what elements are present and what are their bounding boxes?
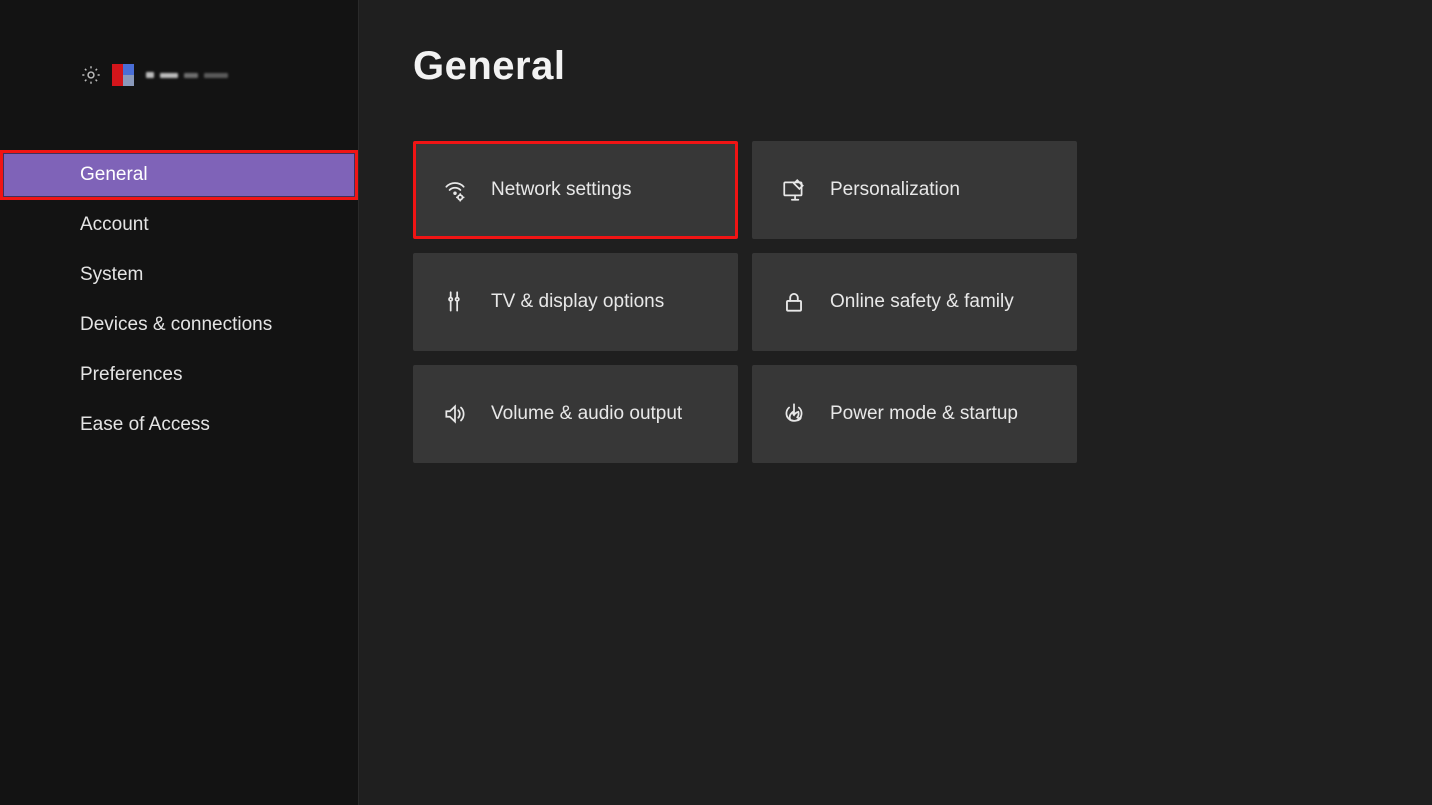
- personalization-icon: [780, 176, 808, 204]
- tile-label: Power mode & startup: [830, 403, 1018, 425]
- nav-item-devices[interactable]: Devices & connections: [0, 300, 358, 350]
- nav-label: General: [80, 164, 148, 186]
- settings-gear-icon: [80, 64, 102, 86]
- power-icon: [780, 400, 808, 428]
- tv-display-icon: [441, 288, 469, 316]
- nav-item-account[interactable]: Account: [0, 200, 358, 250]
- nav-label: System: [80, 264, 143, 286]
- tile-label: Network settings: [491, 179, 631, 201]
- network-icon: [441, 176, 469, 204]
- nav-item-general[interactable]: General: [0, 150, 358, 200]
- nav-item-preferences[interactable]: Preferences: [0, 350, 358, 400]
- tile-label: Volume & audio output: [491, 403, 682, 425]
- tile-online-safety[interactable]: Online safety & family: [752, 253, 1077, 351]
- tile-label: Personalization: [830, 179, 960, 201]
- main-panel: General Network settings: [359, 0, 1432, 805]
- nav-item-ease-of-access[interactable]: Ease of Access: [0, 400, 358, 450]
- tile-grid: Network settings Personalization: [413, 141, 1392, 463]
- profile-avatar: [112, 64, 134, 86]
- tile-label: Online safety & family: [830, 291, 1014, 313]
- nav-label: Ease of Access: [80, 414, 210, 436]
- volume-icon: [441, 400, 469, 428]
- tile-label: TV & display options: [491, 291, 664, 313]
- tile-volume-audio[interactable]: Volume & audio output: [413, 365, 738, 463]
- tile-power-mode[interactable]: Power mode & startup: [752, 365, 1077, 463]
- nav-item-system[interactable]: System: [0, 250, 358, 300]
- lock-icon: [780, 288, 808, 316]
- nav-list: General Account System Devices & connect…: [0, 150, 358, 450]
- nav-label: Preferences: [80, 364, 182, 386]
- nav-label: Devices & connections: [80, 314, 272, 336]
- profile-name-redacted: [146, 72, 228, 78]
- tile-network-settings[interactable]: Network settings: [413, 141, 738, 239]
- sidebar: General Account System Devices & connect…: [0, 0, 359, 805]
- profile-row: [0, 60, 358, 90]
- nav-label: Account: [80, 214, 149, 236]
- tile-tv-display[interactable]: TV & display options: [413, 253, 738, 351]
- tile-personalization[interactable]: Personalization: [752, 141, 1077, 239]
- page-title: General: [413, 44, 1392, 89]
